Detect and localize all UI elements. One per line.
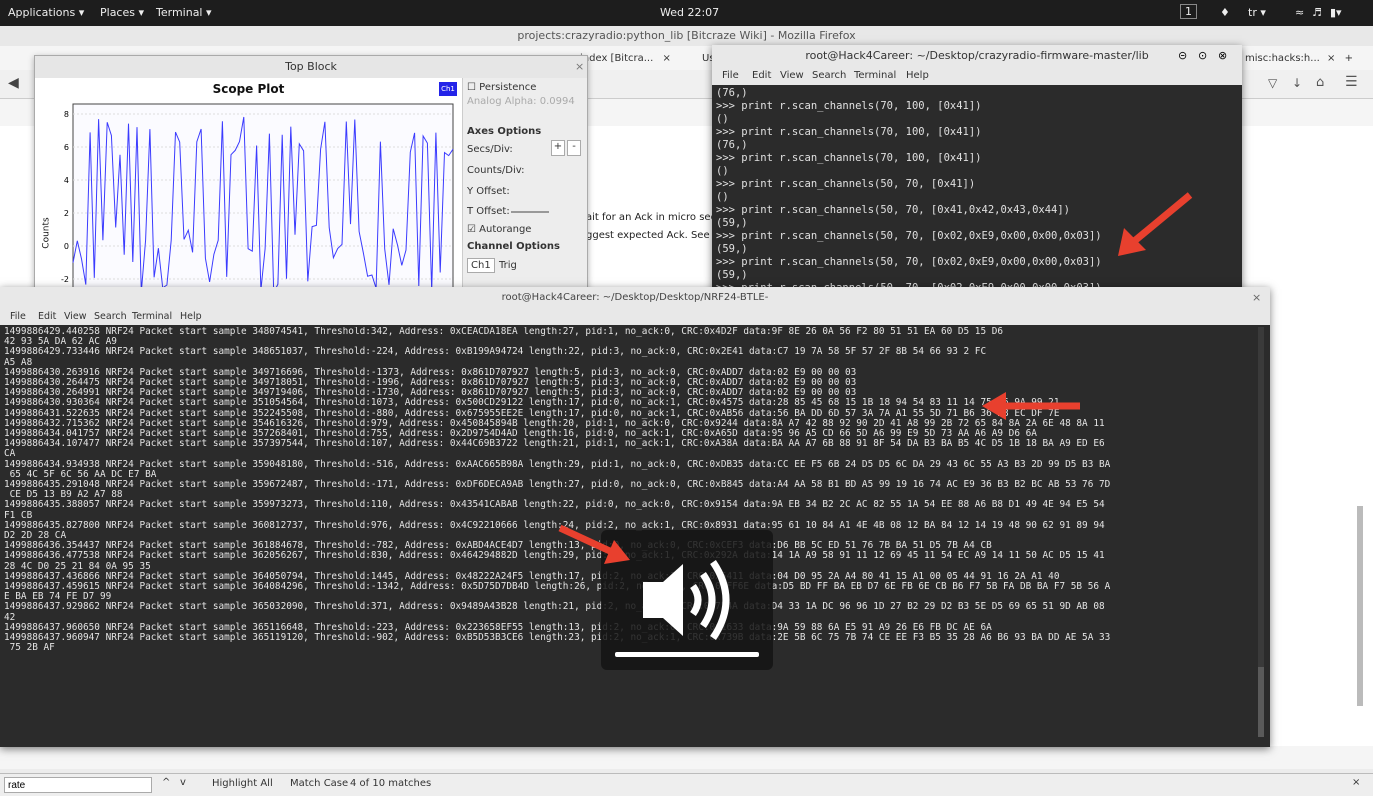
match-case-toggle[interactable]: Match Case	[290, 778, 348, 789]
find-input[interactable]	[4, 777, 152, 793]
red-arrow-icon	[558, 524, 630, 564]
close-findbar-icon[interactable]: ×	[1352, 777, 1360, 788]
match-count: 4 of 10 matches	[350, 778, 432, 789]
find-next-button[interactable]: v	[180, 777, 186, 788]
find-bar: ^ v Highlight All Match Case 4 of 10 mat…	[0, 773, 1373, 796]
annotation-overlay	[558, 192, 1193, 564]
red-arrow-icon	[1118, 192, 1193, 256]
find-previous-button[interactable]: ^	[162, 777, 170, 788]
highlight-all-toggle[interactable]: Highlight All	[212, 778, 273, 789]
red-arrow-icon	[982, 392, 1080, 420]
